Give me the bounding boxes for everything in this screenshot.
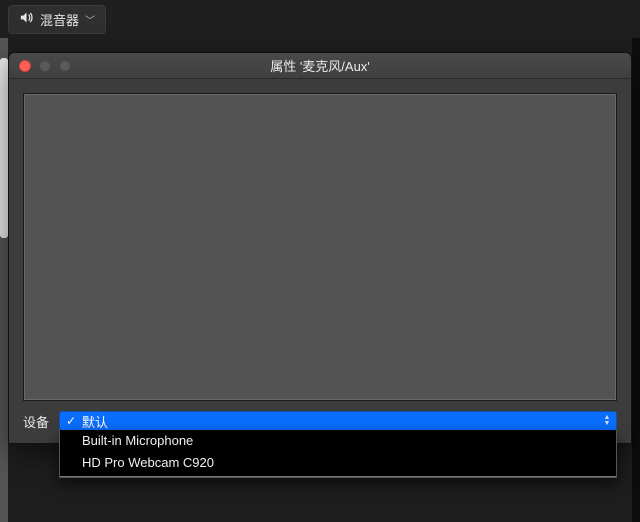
mixer-dropdown-button[interactable]: 混音器 ﹀	[8, 5, 106, 34]
speaker-icon	[19, 10, 34, 28]
device-label: 设备	[23, 412, 51, 431]
preview-area-wrap	[9, 79, 631, 407]
close-icon[interactable]	[19, 60, 31, 72]
source-preview	[23, 93, 617, 401]
device-option[interactable]: Built-in Microphone	[60, 430, 616, 452]
mixer-label: 混音器	[40, 10, 79, 29]
device-dropdown-list[interactable]: Built-in Microphone HD Pro Webcam C920	[59, 430, 617, 478]
window-controls	[19, 60, 71, 72]
dropdown-divider	[60, 476, 616, 477]
checkmark-icon: ✓	[66, 414, 76, 428]
device-option[interactable]: HD Pro Webcam C920	[60, 452, 616, 474]
dialog-title: 属性 '麦克风/Aux'	[9, 56, 631, 75]
device-row: 设备 ✓ 默认 ▲▼ Built-in Microphone HD Pro We…	[9, 407, 631, 443]
properties-dialog: 属性 '麦克风/Aux' 设备 ✓ 默认 ▲▼ Built-in Microph…	[8, 52, 632, 444]
device-select-display[interactable]: ✓ 默认 ▲▼	[59, 411, 617, 431]
top-toolbar: 混音器 ﹀	[0, 0, 640, 38]
dialog-titlebar[interactable]: 属性 '麦克风/Aux'	[9, 53, 631, 79]
device-selected-value: 默认	[82, 412, 108, 431]
stepper-icon[interactable]: ▲▼	[600, 414, 614, 428]
zoom-icon[interactable]	[59, 60, 71, 72]
device-select[interactable]: ✓ 默认 ▲▼ Built-in Microphone HD Pro Webca…	[59, 411, 617, 431]
chevron-down-icon: ﹀	[85, 12, 95, 27]
minimize-icon[interactable]	[39, 60, 51, 72]
